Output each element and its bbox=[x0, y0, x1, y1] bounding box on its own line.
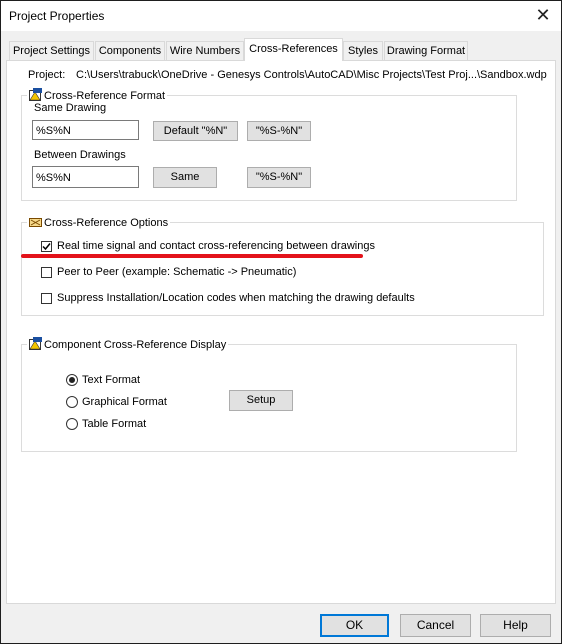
tab-styles[interactable]: Styles bbox=[343, 41, 383, 60]
setup-button[interactable]: Setup bbox=[229, 390, 293, 411]
red-annotation-underline bbox=[21, 254, 363, 258]
realtime-xref-label: Real time signal and contact cross-refer… bbox=[57, 240, 375, 252]
peer-to-peer-label: Peer to Peer (example: Schematic -> Pneu… bbox=[57, 266, 297, 278]
help-button[interactable]: Help bbox=[480, 614, 551, 637]
tab-wire-numbers[interactable]: Wire Numbers bbox=[166, 41, 244, 60]
suppress-codes-checkbox[interactable] bbox=[41, 293, 52, 304]
text-format-radio[interactable] bbox=[66, 374, 78, 386]
same-drawing-field[interactable]: %S%N bbox=[32, 120, 139, 140]
xref-format-icon bbox=[29, 88, 42, 101]
comp-display-icon bbox=[29, 337, 42, 350]
comp-display-legend-text: Component Cross-Reference Display bbox=[44, 339, 227, 351]
graphical-format-radio[interactable] bbox=[66, 396, 78, 408]
default-n-button[interactable]: Default "%N" bbox=[153, 121, 238, 141]
xref-options-legend-text: Cross-Reference Options bbox=[44, 217, 169, 229]
tab-panel: Project: C:\Users\trabuck\OneDrive - Gen… bbox=[6, 60, 556, 604]
project-label: Project: bbox=[28, 69, 66, 81]
project-properties-dialog: Project Properties ✕ Project Settings Co… bbox=[0, 0, 562, 644]
xref-options-legend: Cross-Reference Options bbox=[27, 215, 171, 229]
cancel-button[interactable]: Cancel bbox=[400, 614, 471, 637]
realtime-xref-checkbox[interactable] bbox=[41, 241, 52, 252]
tab-project-settings[interactable]: Project Settings bbox=[9, 41, 94, 60]
between-s-n-button[interactable]: "%S-%N" bbox=[247, 167, 311, 188]
text-format-label: Text Format bbox=[82, 374, 141, 386]
between-drawings-field[interactable]: %S%N bbox=[32, 166, 139, 188]
dialog-title: Project Properties bbox=[9, 9, 105, 23]
same-s-n-button[interactable]: "%S-%N" bbox=[247, 121, 311, 141]
peer-to-peer-checkbox[interactable] bbox=[41, 267, 52, 278]
graphical-format-label: Graphical Format bbox=[82, 396, 167, 408]
ok-button[interactable]: OK bbox=[320, 614, 389, 637]
radio-selected-dot bbox=[69, 377, 75, 383]
tab-components[interactable]: Components bbox=[95, 41, 165, 60]
same-drawing-label: Same Drawing bbox=[34, 102, 107, 114]
same-button[interactable]: Same bbox=[153, 167, 217, 188]
title-bar: Project Properties ✕ bbox=[1, 1, 561, 31]
xref-format-legend-text: Cross-Reference Format bbox=[44, 90, 166, 102]
xref-format-legend: Cross-Reference Format bbox=[27, 88, 168, 102]
between-drawings-label: Between Drawings bbox=[34, 149, 126, 161]
suppress-codes-label: Suppress Installation/Location codes whe… bbox=[57, 292, 415, 304]
table-format-radio[interactable] bbox=[66, 418, 78, 430]
comp-display-legend: Component Cross-Reference Display bbox=[27, 337, 229, 351]
xref-options-icon bbox=[29, 215, 42, 228]
table-format-label: Table Format bbox=[82, 418, 147, 430]
tab-cross-references[interactable]: Cross-References bbox=[244, 38, 343, 61]
tab-drawing-format[interactable]: Drawing Format bbox=[384, 41, 468, 60]
project-path: C:\Users\trabuck\OneDrive - Genesys Cont… bbox=[76, 69, 547, 81]
close-icon[interactable]: ✕ bbox=[531, 4, 555, 26]
